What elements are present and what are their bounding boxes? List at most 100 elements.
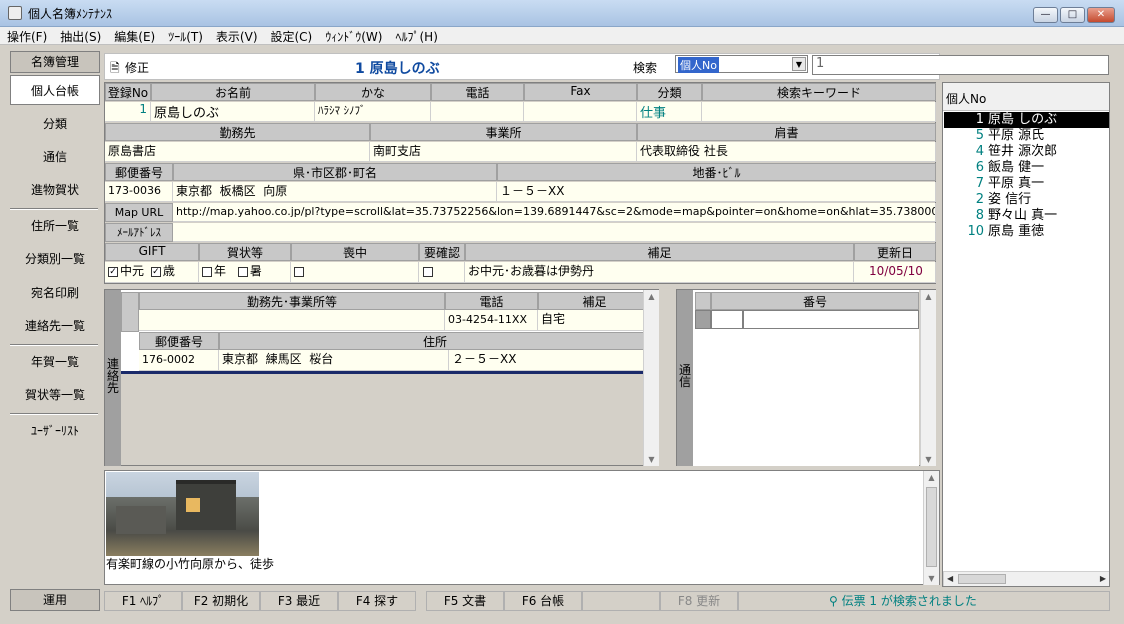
postal-input[interactable]: 173-0036	[105, 182, 173, 202]
list-item[interactable]: 4 笹井 源次郎	[944, 144, 1109, 160]
sidebar-item-gifts[interactable]: 進物賀状	[10, 175, 100, 205]
scroll-thumb[interactable]	[958, 574, 1006, 584]
mode-label: 修正	[125, 61, 150, 75]
list-hscrollbar[interactable]: ◀ ▶	[943, 571, 1109, 586]
row-selector[interactable]	[695, 310, 711, 329]
contact-phone-input[interactable]: 03-4254-11XX	[445, 310, 538, 331]
name-input[interactable]: 原島しのぶ	[151, 102, 315, 122]
sidebar-item-user-list[interactable]: ﾕｰｻﾞｰﾘｽﾄ	[10, 416, 100, 446]
communication-cell[interactable]	[711, 310, 743, 329]
list-item[interactable]: 6 飯島 健一	[944, 160, 1109, 176]
sidebar-item-category-list[interactable]: 分類別一覧	[10, 244, 100, 274]
sidebar-item-newyear-list[interactable]: 年賀一覧	[10, 347, 100, 377]
gift-chugen-checkbox[interactable]: ✓	[108, 266, 118, 277]
house-shape	[176, 480, 236, 530]
menu-help[interactable]: ﾍﾙﾌﾟ(H)	[388, 27, 443, 45]
photo-scrollbar[interactable]: ▲ ▼	[923, 471, 939, 585]
row-selector[interactable]	[121, 292, 139, 332]
menu-settings[interactable]: 設定(C)	[264, 27, 319, 45]
keyword-input[interactable]	[702, 102, 936, 122]
email-input[interactable]	[173, 223, 936, 242]
mourning-cell	[291, 262, 419, 283]
mourning-checkbox[interactable]	[294, 266, 304, 277]
communication-scrollbar[interactable]: ▲ ▼	[920, 290, 936, 466]
gift-seibo-checkbox[interactable]: ✓	[150, 266, 161, 277]
confirm-checkbox[interactable]	[423, 266, 433, 277]
sidebar-item-communication[interactable]: 通信	[10, 142, 100, 172]
list-item[interactable]: 5 平原 源氏	[944, 128, 1109, 144]
menu-tools[interactable]: ﾂｰﾙ(T)	[161, 27, 209, 45]
chevron-down-icon[interactable]: ▼	[792, 57, 806, 71]
scroll-down-icon[interactable]: ▼	[644, 455, 659, 464]
list-item-name: 原島 しのぶ	[988, 112, 1058, 127]
category-input[interactable]: 仕事	[637, 102, 702, 122]
list-item[interactable]: 10 原島 重徳	[944, 224, 1109, 240]
list-item-selected[interactable]: 1 原島 しのぶ	[944, 112, 1109, 128]
contact-company-input[interactable]	[139, 310, 445, 331]
scroll-right-icon[interactable]: ▶	[1100, 574, 1106, 583]
search-input[interactable]: 1	[812, 55, 1109, 75]
menu-extract[interactable]: 抽出(S)	[53, 27, 107, 45]
search-field-select[interactable]: 個人No ▼	[675, 55, 808, 73]
reg-no-value[interactable]: 1	[105, 102, 151, 122]
house-photo	[106, 472, 259, 556]
map-url-input[interactable]: http://map.yahoo.co.jp/pl?type=scroll&la…	[173, 203, 936, 222]
menu-edit[interactable]: 編集(E)	[107, 27, 161, 45]
greeting-summer-checkbox[interactable]	[237, 266, 248, 277]
close-button[interactable]: ✕	[1087, 7, 1115, 23]
list-item[interactable]: 7 平原 真一	[944, 176, 1109, 192]
minimize-button[interactable]: —	[1033, 7, 1058, 23]
scroll-thumb[interactable]	[926, 487, 937, 567]
contact-postal-input[interactable]: 176-0002	[139, 350, 219, 371]
communication-panel: 通信 番号 ▲ ▼	[676, 289, 936, 466]
scroll-up-icon[interactable]: ▲	[924, 473, 939, 482]
sidebar-item-label-print[interactable]: 宛名印刷	[10, 278, 100, 308]
sidebar-item-contact-list[interactable]: 連絡先一覧	[10, 311, 100, 341]
f2-reset-button[interactable]: F2 初期化	[182, 591, 260, 611]
f8-update-button[interactable]: F8 更新	[660, 591, 738, 611]
kana-input[interactable]: ﾊﾗｼﾏ ｼﾉﾌﾞ	[315, 102, 431, 122]
company-input[interactable]: 原島書店	[105, 142, 370, 162]
list-header[interactable]: 個人No	[943, 83, 1109, 111]
communication-number-input[interactable]	[743, 310, 919, 329]
scroll-down-icon[interactable]: ▼	[924, 574, 939, 583]
menu-window[interactable]: ｳｨﾝﾄﾞｳ(W)	[318, 27, 388, 45]
title-input[interactable]: 代表取締役 社長	[637, 142, 936, 162]
phone-input[interactable]	[431, 102, 524, 122]
scroll-left-icon[interactable]: ◀	[947, 574, 953, 583]
street-input[interactable]: １－５－XX	[497, 182, 936, 202]
sidebar-item-category[interactable]: 分類	[10, 109, 100, 139]
label-fax: Fax	[524, 83, 637, 101]
f1-help-button[interactable]: F1 ﾍﾙﾌﾟ	[104, 591, 182, 611]
list-item[interactable]: 2 姿 信行	[944, 192, 1109, 208]
list-item[interactable]: 8 野々山 真一	[944, 208, 1109, 224]
f4-search-button[interactable]: F4 探す	[338, 591, 416, 611]
office-input[interactable]: 南町支店	[370, 142, 637, 162]
f7-button[interactable]	[582, 591, 660, 611]
sidebar-footer[interactable]: 運用	[10, 589, 100, 611]
menu-view[interactable]: 表示(V)	[209, 27, 264, 45]
f6-ledger-button[interactable]: F6 台帳	[504, 591, 582, 611]
greeting-newyear-checkbox[interactable]	[202, 266, 212, 277]
menu-operation[interactable]: 操作(F)	[0, 27, 53, 45]
sidebar-item-address-list[interactable]: 住所一覧	[10, 211, 100, 241]
f5-document-button[interactable]: F5 文書	[426, 591, 504, 611]
sidebar-item-greeting-list[interactable]: 賀状等一覧	[10, 380, 100, 410]
note-input[interactable]: お中元･お歳暮は伊勢丹	[465, 262, 854, 283]
list-item-no: 10	[967, 224, 984, 239]
prefecture-input[interactable]: 東京都 板橋区 向原	[173, 182, 497, 202]
contact-scrollbar[interactable]: ▲ ▼	[643, 290, 659, 466]
label-email: ﾒｰﾙｱﾄﾞﾚｽ	[105, 223, 173, 242]
scroll-down-icon[interactable]: ▼	[921, 455, 936, 464]
contact-note-input[interactable]: 自宅	[538, 310, 651, 331]
sidebar-header[interactable]: 名簿管理	[10, 51, 100, 73]
f3-recent-button[interactable]: F3 最近	[260, 591, 338, 611]
scroll-up-icon[interactable]: ▲	[644, 292, 659, 301]
contact-street-input[interactable]: ２－５－XX	[449, 350, 651, 371]
row-selector[interactable]	[695, 292, 711, 310]
sidebar-item-personal-ledger[interactable]: 個人台帳	[10, 75, 100, 105]
contact-address-input[interactable]: 東京都 練馬区 桜台	[219, 350, 449, 371]
fax-input[interactable]	[524, 102, 637, 122]
scroll-up-icon[interactable]: ▲	[921, 292, 936, 301]
maximize-button[interactable]: □	[1060, 7, 1085, 23]
